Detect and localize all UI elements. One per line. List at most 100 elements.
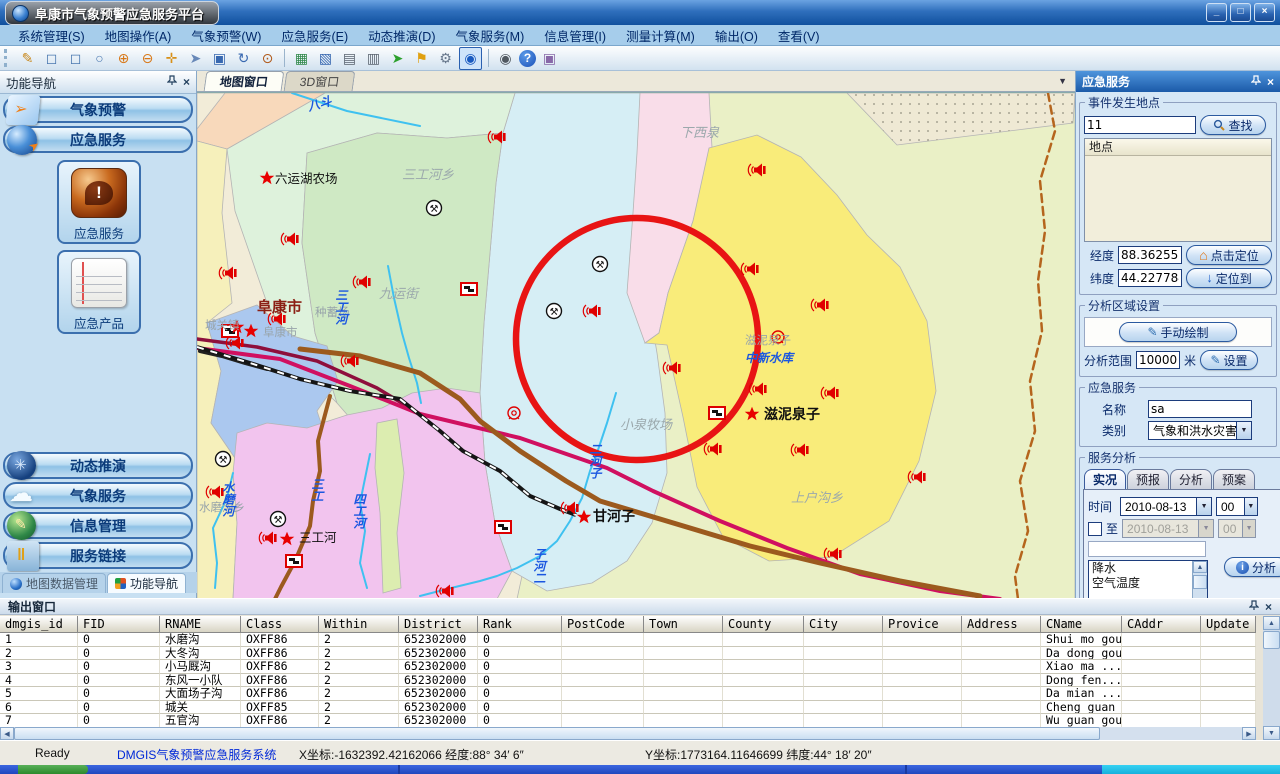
zoom-out-icon[interactable]: ⊖ [137, 48, 158, 69]
pin-marker-icon[interactable]: ⚑ [411, 48, 432, 69]
service-name-input[interactable] [1148, 400, 1252, 418]
sidebar-item-dynamic-simulation[interactable]: 动态推演 [3, 452, 193, 479]
sidebar-item-emergency-service[interactable]: 应急服务 [3, 126, 193, 153]
weather-element-list[interactable]: 降水空气温度 ▲ [1088, 560, 1208, 598]
big-button-emergency-alert[interactable]: !应急服务 [57, 160, 141, 244]
flag-marker-icon[interactable] [286, 555, 302, 567]
picture-icon[interactable]: ▣ [539, 48, 560, 69]
column-header-rname[interactable]: RNAME [160, 616, 241, 633]
scroll-thumb[interactable] [1263, 631, 1280, 649]
close-icon[interactable]: × [1267, 76, 1274, 88]
table-row[interactable]: 20大冬沟OXFF8626523020000Da dong gou [0, 647, 1256, 661]
menu-item-4[interactable]: 应急服务(E) [271, 24, 358, 47]
weather-item-1[interactable]: 降水 [1089, 561, 1207, 576]
select-rect-icon[interactable]: ◻ [41, 48, 62, 69]
map-tab-2d[interactable]: 地图窗口 [204, 71, 285, 91]
list-scrollbar[interactable]: ▲ [1192, 561, 1207, 598]
column-header-city[interactable]: City [804, 616, 883, 633]
find-button[interactable]: 查找 [1200, 115, 1266, 135]
column-header-class[interactable]: Class [241, 616, 319, 633]
table-row[interactable]: 30小马厩沟OXFF8626523020000Xiao ma ... [0, 660, 1256, 674]
map-canvas[interactable]: ⚒⚒⚒⚒⚒八斗六运湖农场三工河乡下西泉九运街阜康市城关镇阜康市种蓄场滋泥泉子中新… [197, 92, 1075, 599]
column-header-cname[interactable]: CName [1041, 616, 1122, 633]
mine-symbol-icon[interactable]: ⚒ [271, 512, 286, 527]
chevron-down-icon[interactable]: ▼ [1236, 422, 1251, 439]
mine-symbol-icon[interactable]: ⚒ [427, 201, 442, 216]
flag-marker-icon[interactable] [495, 521, 511, 533]
panel-tab-2[interactable]: 功能导航 [107, 573, 186, 593]
select-circle-icon[interactable]: ○ [89, 48, 110, 69]
analysis-range-input[interactable] [1136, 351, 1180, 369]
pin-icon[interactable] [1251, 75, 1261, 89]
horizontal-scrollbar[interactable]: ◀ ▶ [0, 727, 1256, 740]
pan-hand-icon[interactable]: ✛ [161, 48, 182, 69]
menu-item-7[interactable]: 信息管理(I) [534, 24, 616, 47]
manual-draw-button[interactable]: ✎手动绘制 [1119, 322, 1237, 342]
print-icon[interactable]: ▤ [339, 48, 360, 69]
chevron-down-icon[interactable]: ▼ [1244, 498, 1257, 515]
table-row[interactable]: 60城关OXFF8526523020000Cheng guan [0, 701, 1256, 715]
set-button[interactable]: ✎设置 [1200, 350, 1258, 370]
column-header-county[interactable]: County [723, 616, 804, 633]
column-header-fid[interactable]: FID [78, 616, 160, 633]
mine-symbol-icon[interactable]: ⚒ [593, 257, 608, 272]
mine-symbol-icon[interactable]: ⚒ [547, 304, 562, 319]
menu-item-9[interactable]: 输出(O) [705, 24, 768, 47]
title-bar[interactable]: 阜康市气象预警应急服务平台 _ □ × [0, 0, 1280, 25]
to-checkbox[interactable] [1088, 522, 1102, 536]
minimize-button[interactable]: _ [1206, 3, 1227, 22]
settings-gear-icon[interactable]: ⚙ [435, 48, 456, 69]
identify-icon[interactable]: ⊙ [257, 48, 278, 69]
analysis-tab-3[interactable]: 分析 [1170, 469, 1212, 489]
map-tab-3d[interactable]: 3D窗口 [284, 71, 356, 91]
menu-item-8[interactable]: 测量计算(M) [616, 24, 705, 47]
flag-marker-icon[interactable] [461, 283, 477, 295]
restore-button[interactable]: □ [1230, 3, 1251, 22]
vertical-scrollbar[interactable]: ▲ ▼ [1263, 616, 1280, 740]
column-header-rank[interactable]: Rank [478, 616, 562, 633]
menu-item-1[interactable]: 系统管理(S) [8, 24, 95, 47]
flag-marker-icon[interactable] [709, 407, 725, 419]
location-list-header[interactable]: 地点 [1085, 139, 1271, 156]
sidebar-item-info-management[interactable]: 信息管理 [3, 512, 193, 539]
analysis-tab-1[interactable]: 实况 [1084, 469, 1126, 489]
hour-select[interactable]: 00▼ [1216, 497, 1258, 516]
pin-icon[interactable] [1249, 600, 1259, 614]
weather-item-2[interactable]: 空气温度 [1089, 576, 1207, 591]
measure-icon[interactable]: ✎ [17, 48, 38, 69]
scroll-up-icon[interactable]: ▲ [1263, 616, 1280, 630]
table-row[interactable]: 10水磨沟OXFF8626523020000Shui mo gou [0, 633, 1256, 647]
layers-icon[interactable]: ▦ [291, 48, 312, 69]
eye-icon[interactable]: ◉ [495, 48, 516, 69]
taskbar[interactable] [0, 765, 1280, 774]
analysis-tab-4[interactable]: 预案 [1213, 469, 1255, 489]
analyze-button[interactable]: i分析 [1224, 557, 1280, 577]
close-icon[interactable]: × [183, 76, 190, 88]
print-preview-icon[interactable]: ▥ [363, 48, 384, 69]
mine-symbol-icon[interactable]: ⚒ [216, 452, 231, 467]
toolbar-grip[interactable] [4, 49, 10, 67]
table-row[interactable]: 40东风一小队OXFF8626523020000Dong fen... [0, 674, 1256, 688]
weather-element-input[interactable] [1088, 541, 1206, 557]
taskbar-tray[interactable] [1102, 765, 1280, 774]
sidebar-item-weather-warning[interactable]: 气象预警 [3, 96, 193, 123]
date-select[interactable]: 2010-08-13▼ [1120, 497, 1212, 516]
menu-item-10[interactable]: 查看(V) [768, 24, 830, 47]
close-icon[interactable]: × [1265, 601, 1272, 613]
pin-icon[interactable] [167, 75, 177, 89]
menu-item-5[interactable]: 动态推演(D) [358, 24, 445, 47]
scroll-down-icon[interactable]: ▼ [1263, 726, 1280, 740]
full-extent-icon[interactable]: ▣ [209, 48, 230, 69]
scroll-thumb[interactable] [14, 727, 1100, 740]
column-header-postcode[interactable]: PostCode [562, 616, 644, 633]
column-header-district[interactable]: District [399, 616, 478, 633]
refresh-icon[interactable]: ↻ [233, 48, 254, 69]
locate-to-button[interactable]: ↓定位到 [1186, 268, 1272, 288]
pointer-icon[interactable]: ➤ [185, 48, 206, 69]
location-list[interactable]: 地点 [1084, 138, 1272, 242]
start-button[interactable] [18, 765, 88, 774]
scroll-up-icon[interactable]: ▲ [1193, 561, 1207, 573]
big-button-emergency-product[interactable]: 应急产品 [57, 250, 141, 334]
scroll-thumb[interactable] [1193, 575, 1207, 589]
scroll-right-icon[interactable]: ▶ [1242, 727, 1256, 740]
